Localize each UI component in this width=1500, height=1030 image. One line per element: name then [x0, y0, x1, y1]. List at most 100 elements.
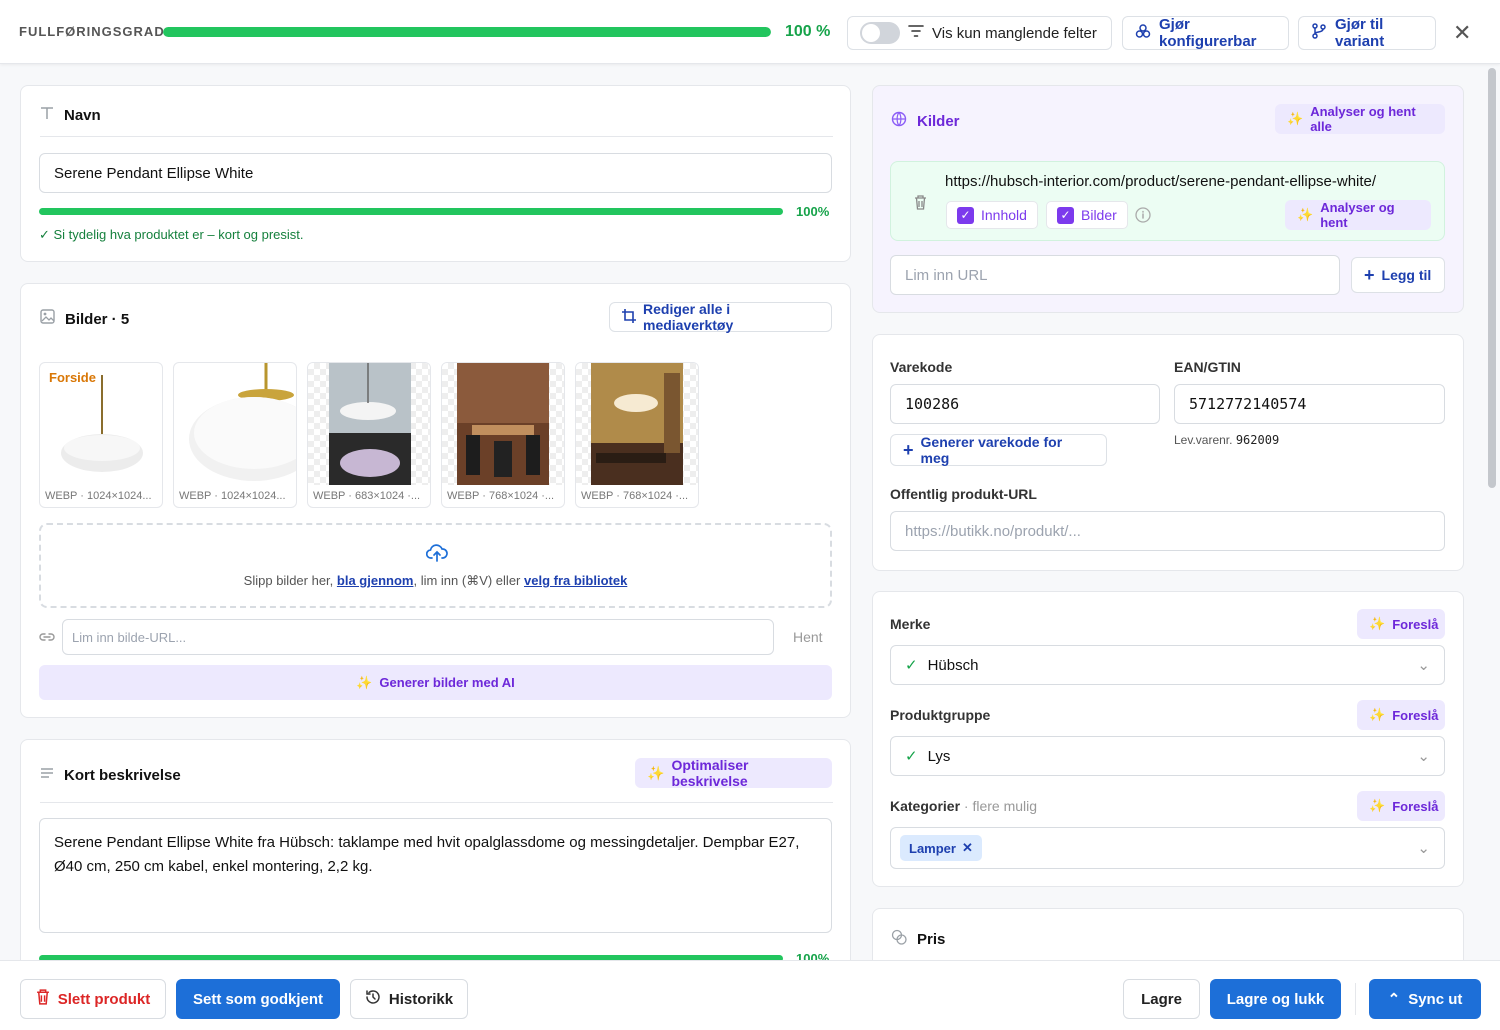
analyze-all-button[interactable]: ✨ Analyser og hent alle [1275, 104, 1445, 134]
image-caption: WEBP · 1024×1024... [179, 490, 286, 502]
front-image-badge: Forside [49, 370, 96, 385]
toggle-label: Vis kun manglende felter [932, 24, 1097, 42]
close-icon[interactable]: ✕ [1453, 20, 1471, 46]
sku-input[interactable]: 100286 [890, 384, 1160, 424]
ean-label: EAN/GTIN [1174, 359, 1241, 375]
name-score-percent: 100% [796, 204, 830, 219]
content-checkbox[interactable]: ✓ Innhold [946, 201, 1038, 229]
add-source-label: Legg til [1381, 267, 1432, 283]
make-configurable-button[interactable]: Gjør konfigurerbar [1122, 16, 1289, 50]
source-url-input[interactable]: Lim inn URL [890, 255, 1340, 295]
public-url-input[interactable]: https://butikk.no/produkt/... [890, 511, 1445, 551]
generate-ai-images-label: Generer bilder med AI [379, 675, 515, 690]
make-variant-label: Gjør til variant [1335, 16, 1385, 50]
boxes-icon [1135, 23, 1151, 43]
image-icon [40, 309, 55, 329]
image-caption: WEBP · 768×1024 ·... [447, 490, 555, 502]
edit-all-media-button[interactable]: Rediger alle i mediaverktøy [609, 301, 832, 333]
generate-ai-images-button[interactable]: ✨ Generer bilder med AI [39, 665, 832, 700]
image-thumbnail[interactable]: WEBP · 1024×1024... [173, 362, 297, 508]
sparkles-icon: ✨ [356, 674, 373, 690]
trash-icon[interactable] [914, 195, 927, 215]
image-dropzone[interactable]: Slipp bilder her, bla gjennom, lim inn (… [39, 523, 832, 608]
sync-out-button[interactable]: ⌃ Sync ut [1369, 979, 1481, 1019]
missing-fields-toggle-button[interactable]: Vis kun manglende felter [847, 16, 1112, 50]
generate-sku-button[interactable]: + Generer varekode for meg [890, 434, 1107, 466]
image-caption: WEBP · 1024×1024... [45, 490, 152, 502]
public-url-label: Offentlig produkt-URL [890, 486, 1037, 502]
source-url[interactable]: https://hubsch-interior.com/product/sere… [945, 173, 1376, 190]
image-thumbnail[interactable]: Forside WEBP · 1024×1024... [39, 362, 163, 508]
product-name-input[interactable]: Serene Pendant Ellipse White [39, 153, 832, 193]
completion-progress [163, 27, 771, 37]
dropzone-middle: , lim inn (⌘V) eller [413, 573, 524, 588]
save-button[interactable]: Lagre [1123, 979, 1200, 1019]
product-image [442, 363, 564, 485]
description-textarea[interactable]: Serene Pendant Ellipse White fra Hübsch:… [39, 818, 832, 933]
name-score-bar [39, 208, 783, 215]
suggest-group-button[interactable]: ✨ Foreslå [1357, 700, 1445, 730]
completion-percent: 100 % [785, 23, 831, 40]
history-button[interactable]: Historikk [350, 979, 468, 1019]
toggle-switch[interactable] [860, 22, 900, 44]
image-thumbnail[interactable]: WEBP · 768×1024 ·... [575, 362, 699, 508]
approve-button[interactable]: Sett som godkjent [176, 979, 340, 1019]
info-icon[interactable] [1135, 207, 1151, 228]
edit-all-media-label: Rediger alle i mediaverktøy [643, 301, 734, 333]
image-url-input[interactable]: Lim inn bilde-URL... [62, 619, 774, 655]
dropzone-text: Slipp bilder her, bla gjennom, lim inn (… [41, 573, 830, 589]
top-bar: FULLFØRINGSGRAD 100 % Vis kun manglende … [0, 0, 1500, 64]
product-image [308, 363, 430, 485]
delete-product-button[interactable]: Slett produkt [20, 979, 166, 1019]
chevron-down-icon: ⌄ [1417, 748, 1430, 765]
product-group-value: Lys [927, 747, 951, 765]
product-group-select[interactable]: ✓ Lys ⌄ [890, 736, 1445, 776]
fetch-image-button[interactable]: Hent [793, 629, 823, 645]
categories-label: Kategorier · flere mulig [890, 798, 1037, 814]
content-checkbox-label: Innhold [981, 207, 1027, 223]
images-checkbox[interactable]: ✓ Bilder [1046, 201, 1128, 229]
divider [40, 136, 833, 137]
check-icon: ✓ [905, 748, 918, 765]
sources-card-header: Kilder [891, 111, 960, 132]
supplier-number: Lev.varenr. 962009 [1174, 433, 1279, 447]
chevron-down-icon: ⌄ [1417, 840, 1430, 857]
category-chip-label: Lamper [909, 840, 956, 856]
checkbox-check-icon: ✓ [1057, 206, 1074, 224]
upload-cloud-icon [425, 543, 448, 568]
image-caption: WEBP · 768×1024 ·... [581, 490, 689, 502]
product-image [576, 363, 698, 485]
images-checkbox-label: Bilder [1081, 207, 1117, 223]
coins-icon [891, 929, 907, 950]
sparkles-icon: ✨ [1287, 111, 1304, 126]
optimize-description-button[interactable]: ✨ Optimaliser beskrivelse [635, 757, 832, 789]
footer-bar: Slett produkt Sett som godkjent Historik… [0, 960, 1500, 1030]
categories-sub-label: · flere mulig [963, 798, 1038, 814]
suggest-brand-button[interactable]: ✨ Foreslå [1357, 609, 1445, 639]
globe-icon [891, 111, 907, 132]
brand-select[interactable]: ✓ Hübsch ⌄ [890, 645, 1445, 685]
sparkles-icon: ✨ [1369, 616, 1386, 631]
branch-icon [1311, 23, 1327, 43]
library-link[interactable]: velg fra bibliotek [524, 573, 627, 588]
image-caption: WEBP · 683×1024 ·... [313, 490, 421, 502]
price-card-header: Pris [891, 929, 945, 950]
remove-chip-icon[interactable]: ✕ [962, 840, 973, 856]
add-source-button[interactable]: + Legg til [1351, 257, 1445, 293]
completion-label: FULLFØRINGSGRAD [19, 24, 165, 39]
suggest-categories-button[interactable]: ✨ Foreslå [1357, 791, 1445, 821]
save-and-close-button[interactable]: Lagre og lukk [1210, 979, 1341, 1019]
image-thumbnail[interactable]: WEBP · 768×1024 ·... [441, 362, 565, 508]
browse-link[interactable]: bla gjennom [337, 573, 414, 588]
divider [1355, 983, 1356, 1015]
ean-input[interactable]: 5712772140574 [1174, 384, 1445, 424]
make-variant-button[interactable]: Gjør til variant [1298, 16, 1436, 50]
brand-value: Hübsch [927, 656, 979, 674]
image-thumbnail[interactable]: WEBP · 683×1024 ·... [307, 362, 431, 508]
analyze-source-button[interactable]: ✨ Analyser og hent [1285, 200, 1431, 230]
chevron-down-icon: ⌄ [1417, 657, 1430, 674]
category-chip[interactable]: Lamper ✕ [900, 835, 982, 861]
images-card-header: Bilder · 5 [40, 309, 129, 329]
sparkles-icon: ✨ [1297, 207, 1314, 222]
scrollbar[interactable] [1488, 68, 1496, 488]
